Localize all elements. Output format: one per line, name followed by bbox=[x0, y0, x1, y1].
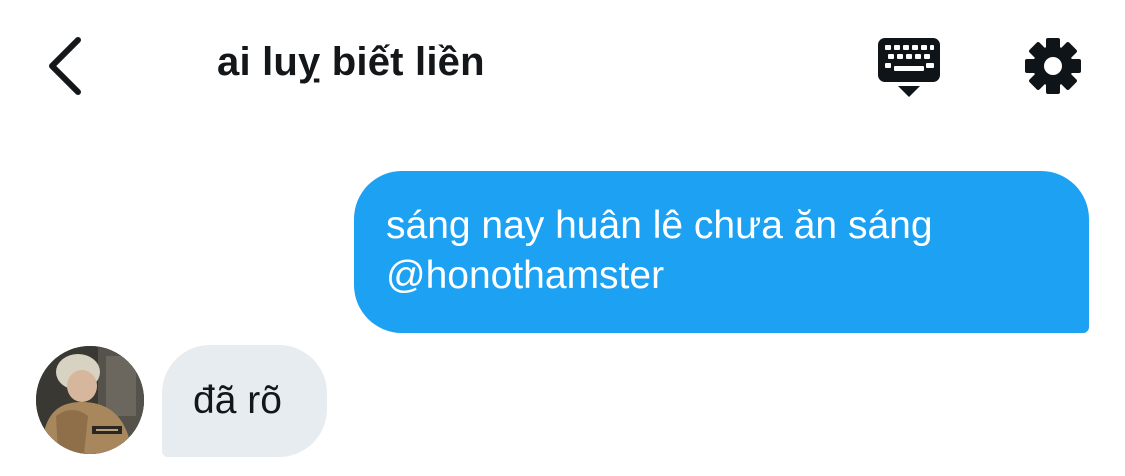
outgoing-message-bubble[interactable]: sáng nay huân lê chưa ăn sáng @honothams… bbox=[354, 171, 1089, 333]
avatar-image bbox=[36, 346, 144, 454]
incoming-message-bubble[interactable]: đã rõ bbox=[162, 345, 327, 457]
dm-conversation-screen: ai luỵ biết liền sáng nay huân lê chưa ă… bbox=[0, 0, 1125, 476]
gear-icon bbox=[1025, 38, 1081, 94]
message-text-line: @honothamster bbox=[386, 254, 665, 297]
message-text-line: sáng nay huân lê chưa ăn sáng bbox=[386, 204, 933, 247]
settings-button[interactable] bbox=[1023, 36, 1083, 96]
keyboard-icon bbox=[878, 38, 940, 97]
chevron-left-icon bbox=[49, 37, 81, 95]
sender-avatar[interactable] bbox=[36, 346, 144, 454]
conversation-title: ai luỵ biết liền bbox=[217, 40, 485, 84]
back-button[interactable] bbox=[40, 34, 92, 98]
keyboard-button[interactable] bbox=[876, 36, 942, 100]
message-text: đã rõ bbox=[193, 379, 282, 422]
